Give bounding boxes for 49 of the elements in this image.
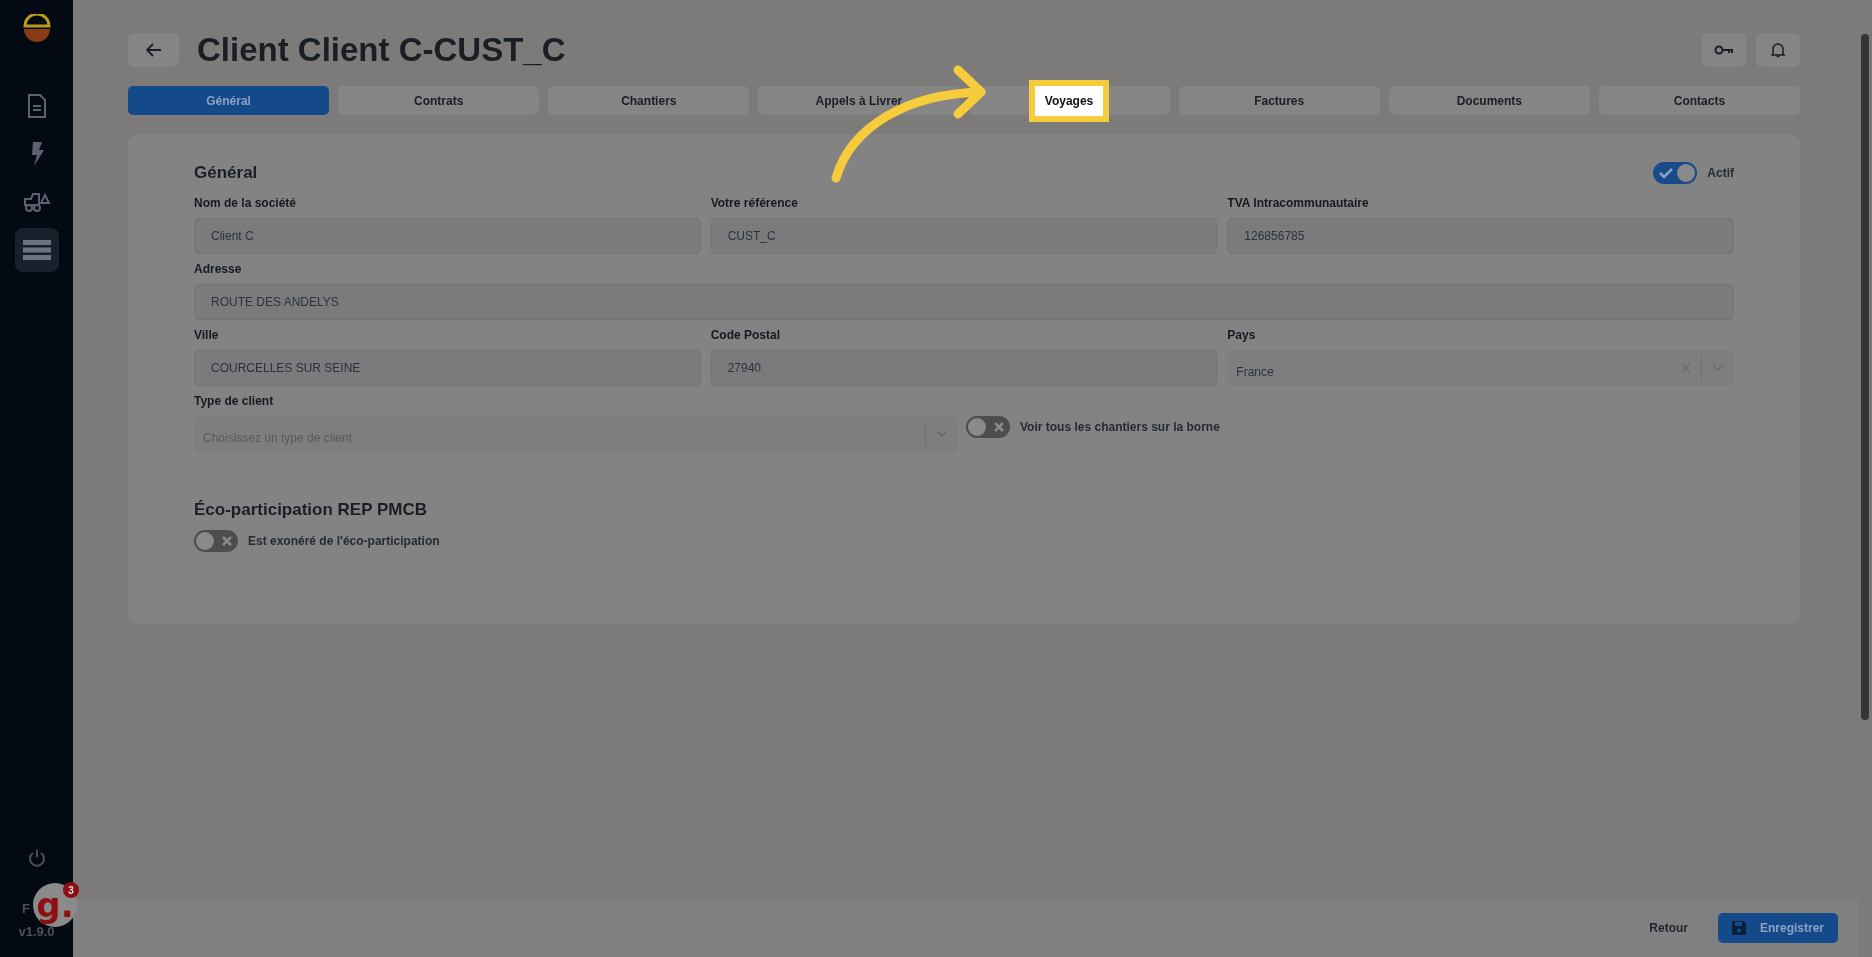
list-icon bbox=[22, 239, 51, 261]
toggle-label: Voir tous les chantiers sur la borne bbox=[1020, 420, 1220, 434]
field-label: Ville bbox=[194, 328, 220, 342]
key-icon bbox=[1714, 45, 1734, 55]
page-title: Client Client C-CUST_C bbox=[197, 31, 567, 69]
tab[interactable]: Documents bbox=[1388, 86, 1590, 115]
key-button[interactable] bbox=[1702, 33, 1746, 67]
version-label: v1.9.0 bbox=[18, 924, 55, 939]
toggle-switch[interactable] bbox=[1653, 162, 1698, 184]
text-field[interactable]: ROUTE DES ANDELYS bbox=[194, 284, 1734, 320]
field-label: TVA Intracommunautaire bbox=[1227, 196, 1370, 210]
document-icon bbox=[26, 94, 47, 118]
text-field[interactable]: CUST_C bbox=[710, 218, 1218, 254]
save-button[interactable]: Enregistrer bbox=[1717, 913, 1838, 943]
field-label: Type de client bbox=[194, 394, 275, 408]
field-label: Votre référence bbox=[710, 196, 799, 210]
arrow-left-icon bbox=[145, 43, 162, 57]
logo bbox=[22, 14, 51, 42]
truck-icon bbox=[22, 191, 51, 213]
sidebar-item[interactable] bbox=[14, 228, 59, 272]
cross-icon bbox=[221, 535, 233, 547]
notification-button[interactable] bbox=[1756, 33, 1800, 67]
cross-icon bbox=[993, 421, 1005, 433]
text-field[interactable]: Client C bbox=[194, 218, 701, 254]
text-field[interactable]: COURCELLES SUR SEINE bbox=[194, 350, 701, 386]
toggle-switch[interactable] bbox=[194, 530, 238, 552]
check-icon bbox=[1659, 167, 1674, 179]
tab[interactable]: Factures bbox=[1178, 86, 1380, 115]
field-label: Nom de la société bbox=[194, 196, 298, 210]
section-title: Général bbox=[194, 163, 258, 183]
back-button[interactable] bbox=[128, 33, 179, 67]
tab[interactable]: Chantiers bbox=[548, 86, 750, 115]
section-title: Éco-participation REP PMCB bbox=[194, 500, 428, 520]
toggle-label: Est exonéré de l'éco-participation bbox=[248, 534, 440, 548]
power-icon[interactable] bbox=[27, 849, 46, 867]
text-field[interactable]: 27940 bbox=[710, 350, 1218, 386]
notification-badge: 3 bbox=[63, 882, 79, 898]
bell-icon bbox=[1771, 42, 1785, 58]
field-label: Pays bbox=[1227, 328, 1257, 342]
tab[interactable]: Contacts bbox=[1598, 86, 1800, 115]
tab[interactable]: Général bbox=[128, 86, 330, 115]
language-label: F bbox=[22, 901, 30, 916]
text-field[interactable]: 126856785 bbox=[1227, 218, 1734, 254]
field-label: Code Postal bbox=[710, 328, 782, 342]
back-button[interactable]: Retour bbox=[1643, 915, 1694, 941]
field-label: Adresse bbox=[194, 262, 243, 276]
tab[interactable]: Contrats bbox=[338, 86, 540, 115]
toggle-switch[interactable] bbox=[966, 416, 1010, 438]
toggle-label: Actif bbox=[1707, 166, 1734, 180]
